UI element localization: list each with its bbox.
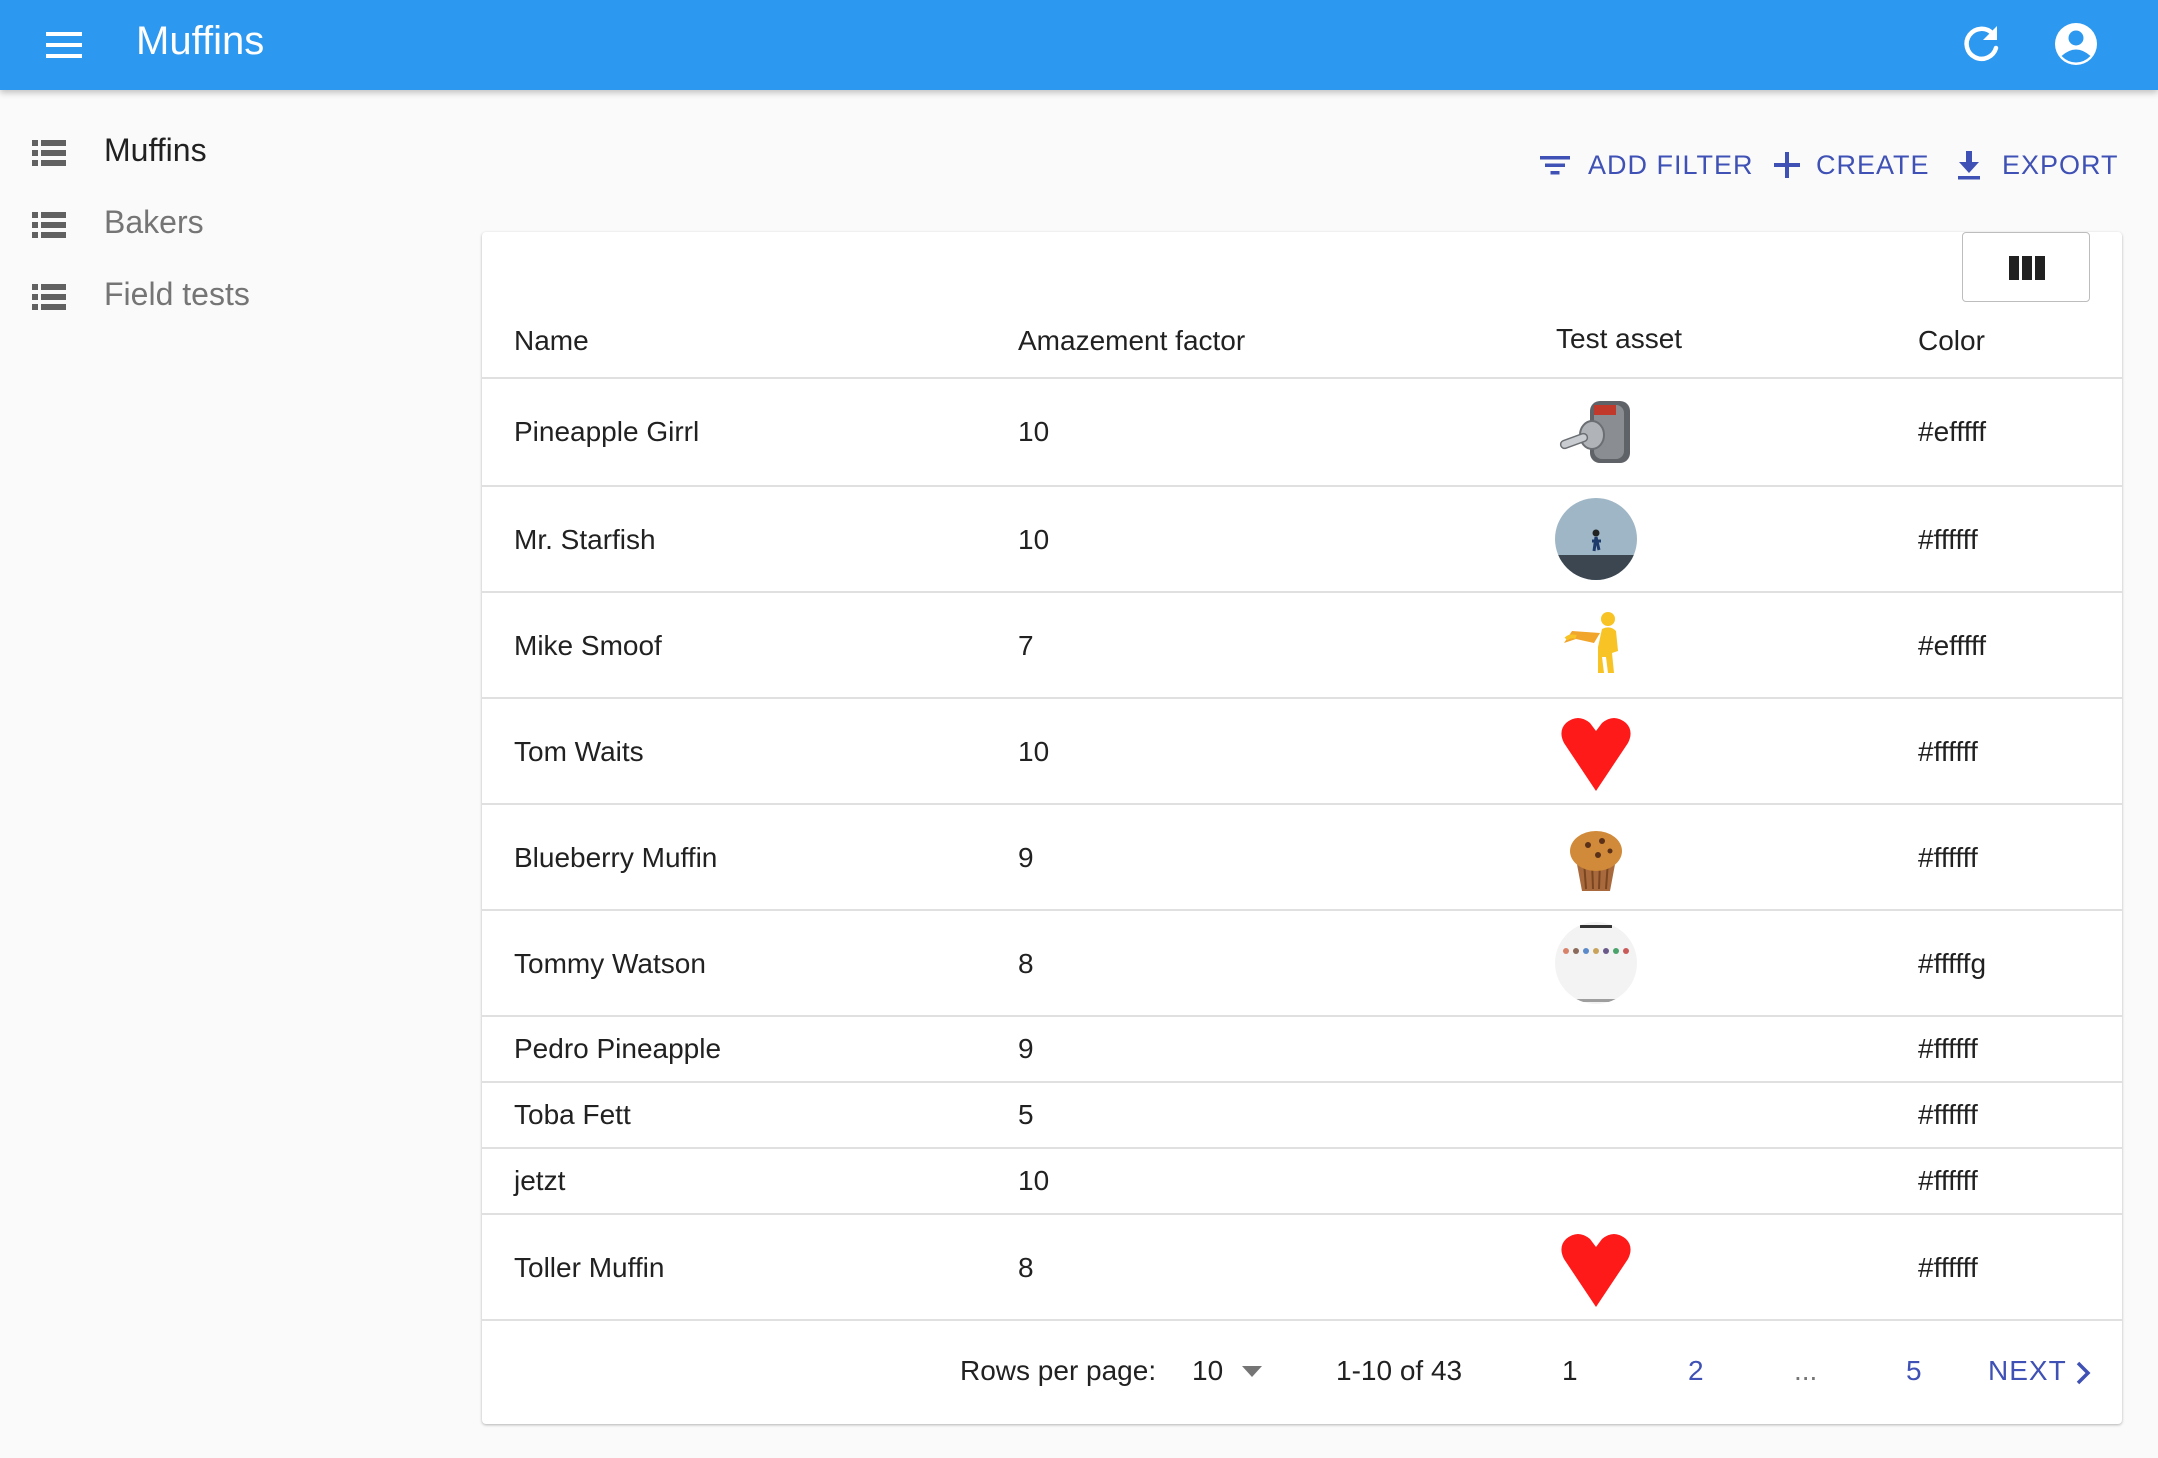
add-filter-label: ADD FILTER	[1588, 150, 1754, 180]
rows-per-page-select[interactable]: 10	[1192, 1352, 1272, 1392]
create-label: CREATE	[1816, 150, 1930, 180]
pagination: Rows per page: 10 1-10 of 43 1 2 ... 5 N…	[482, 1334, 2122, 1414]
cell-amazement-factor: 10	[1018, 524, 1050, 555]
page-range: 1-10 of 43	[1336, 1355, 1463, 1386]
table-row[interactable]: jetzt 10 #ffffff	[482, 1149, 2122, 1213]
cell-name: Pineapple Girrl	[514, 416, 700, 447]
refresh-button[interactable]	[1954, 16, 2010, 72]
cell-color: #efffff	[1918, 416, 1987, 447]
sidebar-item-muffins[interactable]: Muffins	[0, 120, 440, 180]
menu-icon	[46, 32, 82, 58]
cell-amazement-factor: 10	[1018, 736, 1050, 767]
next-page-button[interactable]: NEXT	[1988, 1350, 2108, 1394]
cell-amazement-factor: 7	[1018, 630, 1034, 661]
page-ellipsis: ...	[1794, 1355, 1818, 1386]
chevron-right-icon	[2076, 1361, 2091, 1385]
cell-amazement-factor: 8	[1018, 948, 1034, 979]
next-label: NEXT	[1988, 1355, 2067, 1386]
row-divider	[482, 1319, 2122, 1321]
sidebar-item-label: Bakers	[104, 204, 204, 240]
view-column-icon	[2009, 256, 2045, 280]
refresh-icon	[1964, 26, 1999, 62]
superhero-figure-image	[1564, 612, 1618, 673]
rows-per-page-label: Rows per page:	[960, 1355, 1157, 1386]
table-row[interactable]: Mike Smoof 7 #efffff	[482, 593, 2122, 697]
cell-color: #ffffff	[1918, 524, 1978, 555]
download-icon	[1958, 151, 1980, 180]
screenshot-image	[1555, 922, 1637, 1004]
cell-amazement-factor: 9	[1018, 1033, 1034, 1064]
page-button-2[interactable]: 2	[1688, 1354, 1704, 1388]
heart-image	[1561, 718, 1631, 791]
cell-name: jetzt	[514, 1165, 566, 1196]
list-icon	[32, 140, 66, 166]
page-button-1[interactable]: 1	[1562, 1354, 1578, 1388]
rows-per-page-value: 10	[1192, 1355, 1224, 1386]
cell-color: #ffffff	[1918, 736, 1978, 767]
cell-amazement-factor: 5	[1018, 1099, 1034, 1130]
create-button[interactable]: CREATE	[1770, 140, 1930, 190]
cell-amazement-factor: 9	[1018, 842, 1034, 873]
account-circle-icon	[2055, 23, 2097, 65]
list-icon	[32, 284, 66, 310]
menu-button[interactable]	[36, 22, 92, 68]
cell-amazement-factor: 10	[1018, 416, 1050, 447]
cell-color: #ffffff	[1918, 1033, 1978, 1064]
cell-name: Tommy Watson	[514, 948, 706, 979]
cell-color: #ffffff	[1918, 842, 1978, 873]
cell-color: #ffffff	[1918, 1165, 1978, 1196]
sidebar-item-label: Muffins	[104, 132, 207, 168]
export-button[interactable]: EXPORT	[1952, 140, 2122, 190]
cell-color: #efffff	[1918, 630, 1987, 661]
add-filter-button[interactable]: ADD FILTER	[1538, 140, 1753, 190]
cell-name: Mr. Starfish	[514, 524, 656, 555]
table-row[interactable]: Toba Fett 5 #ffffff	[482, 1083, 2122, 1147]
cell-name: Mike Smoof	[514, 630, 662, 661]
column-header-name[interactable]: Name	[514, 324, 589, 358]
cell-name: Tom Waits	[514, 736, 644, 767]
cell-name: Toller Muffin	[514, 1252, 665, 1283]
cell-name: Pedro Pineapple	[514, 1033, 722, 1064]
arrow-drop-down-icon	[1242, 1366, 1262, 1377]
column-header-amazement-factor[interactable]: Amazement factor	[1018, 324, 1245, 358]
column-header-color[interactable]: Color	[1918, 324, 1985, 358]
table-row[interactable]: Toller Muffin 8 #ffffff	[482, 1215, 2122, 1319]
cell-name: Toba Fett	[514, 1099, 631, 1130]
data-table-card: Name Amazement factor Test asset Color P…	[482, 232, 2122, 1424]
cell-amazement-factor: 10	[1018, 1165, 1050, 1196]
add-icon	[1774, 152, 1800, 178]
cell-color: #ffffff	[1918, 1252, 1978, 1283]
muffin-image	[1570, 831, 1622, 891]
cell-name: Blueberry Muffin	[514, 842, 718, 873]
table-row[interactable]: Pineapple Girrl 10 #efffff	[482, 379, 2122, 485]
cell-color: #fffffg	[1918, 948, 1987, 979]
cell-color: #ffffff	[1918, 1099, 1978, 1130]
table-row[interactable]: Blueberry Muffin 9 #ffffff	[482, 805, 2122, 909]
filter-list-icon	[1540, 156, 1570, 175]
cell-amazement-factor: 8	[1018, 1252, 1034, 1283]
sidebar-item-field-tests[interactable]: Field tests	[0, 264, 440, 324]
account-button[interactable]	[2046, 14, 2106, 74]
columns-button[interactable]	[1962, 232, 2090, 302]
toggle-switch-image	[1559, 401, 1630, 463]
sidebar-item-bakers[interactable]: Bakers	[0, 192, 440, 252]
table-row[interactable]: Tommy Watson 8 #fffffg	[482, 911, 2122, 1015]
page-button-5[interactable]: 5	[1906, 1354, 1922, 1388]
export-label: EXPORT	[2002, 150, 2119, 180]
app-bar: Muffins	[0, 0, 2158, 90]
app-title: Muffins	[136, 19, 265, 63]
sidebar-item-label: Field tests	[104, 276, 250, 312]
table-row[interactable]: Mr. Starfish 10 #ffffff	[482, 487, 2122, 591]
table-row[interactable]: Tom Waits 10 #ffffff	[482, 699, 2122, 803]
person-photo-image	[1555, 498, 1637, 580]
column-header-test-asset[interactable]: Test asset	[1556, 322, 1682, 356]
table-row[interactable]: Pedro Pineapple 9 #ffffff	[482, 1017, 2122, 1081]
list-icon	[32, 212, 66, 238]
heart-image	[1561, 1234, 1631, 1307]
